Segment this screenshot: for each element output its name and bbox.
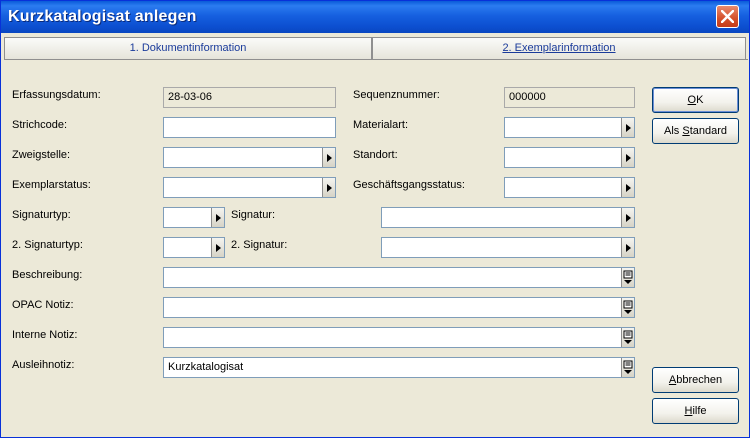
strichcode-input[interactable]: [163, 117, 336, 138]
label-signaturtyp-2: 2. Signaturtyp:: [12, 239, 83, 251]
list-picker-icon: [623, 270, 633, 284]
tab-label: 1. Dokumentinformation: [129, 42, 247, 54]
hilfe-button[interactable]: Hilfe: [652, 398, 739, 424]
play-arrow-icon: [327, 184, 332, 192]
list-picker-icon: [623, 330, 633, 344]
tab-dokumentinformation[interactable]: 1. Dokumentinformation: [4, 37, 372, 59]
play-arrow-icon: [626, 244, 631, 252]
label-beschreibung: Beschreibung:: [12, 269, 83, 281]
play-arrow-icon: [626, 154, 631, 162]
standard-button-text: Als: [664, 125, 683, 137]
label-sequenznummer: Sequenznummer:: [353, 89, 440, 101]
label-standort: Standort:: [353, 149, 398, 161]
list-picker-icon: [623, 360, 633, 374]
standard-button-accesskey: S: [682, 125, 690, 137]
tab-strip: 1. Dokumentinformation 2. Exemplarinform…: [4, 37, 748, 60]
close-button[interactable]: [716, 5, 739, 28]
erfassungsdatum-field: 28-03-06: [163, 87, 336, 108]
materialart-select[interactable]: [504, 117, 635, 138]
label-zweigstelle: Zweigstelle:: [12, 149, 71, 161]
ok-button-accesskey: O: [687, 94, 697, 106]
title-bar: Kurzkatalogisat anlegen: [1, 1, 749, 33]
signaturtyp-select[interactable]: [163, 207, 225, 228]
close-x-icon: [721, 10, 734, 23]
interne-notiz-list-button[interactable]: [621, 328, 634, 347]
beschreibung-input[interactable]: [163, 267, 635, 288]
label-erfassungsdatum: Erfassungsdatum:: [12, 89, 101, 101]
signatur-dropdown-button[interactable]: [621, 208, 634, 227]
play-arrow-icon: [216, 244, 221, 252]
ausleihnotiz-list-button[interactable]: [621, 358, 634, 377]
hilfe-button-text-rest: ilfe: [692, 405, 707, 417]
label-signatur: Signatur:: [231, 209, 276, 221]
standort-select[interactable]: [504, 147, 635, 168]
label-geschaeftsgangsstatus: Geschäftsgangsstatus:: [353, 179, 465, 191]
exemplarstatus-select[interactable]: [163, 177, 336, 198]
window-title: Kurzkatalogisat anlegen: [8, 8, 197, 25]
signaturtyp-2-dropdown-button[interactable]: [211, 238, 224, 257]
play-arrow-icon: [626, 214, 631, 222]
play-arrow-icon: [216, 214, 221, 222]
signaturtyp-2-select[interactable]: [163, 237, 225, 258]
interne-notiz-input[interactable]: [163, 327, 635, 348]
label-ausleihnotiz: Ausleihnotiz:: [12, 359, 75, 371]
standort-dropdown-button[interactable]: [621, 148, 634, 167]
label-opac-notiz: OPAC Notiz:: [12, 299, 74, 311]
tab-label: 2. Exemplarinformation: [502, 42, 616, 54]
list-picker-icon: [623, 300, 633, 314]
materialart-dropdown-button[interactable]: [621, 118, 634, 137]
erfassungsdatum-value: 28-03-06: [168, 91, 213, 103]
signaturtyp-dropdown-button[interactable]: [211, 208, 224, 227]
opac-notiz-list-button[interactable]: [621, 298, 634, 317]
als-standard-button[interactable]: Als Standard: [652, 118, 739, 144]
label-materialart: Materialart:: [353, 119, 409, 131]
play-arrow-icon: [327, 154, 332, 162]
ok-button[interactable]: OK: [652, 87, 739, 113]
label-exemplarstatus: Exemplarstatus:: [12, 179, 91, 191]
signatur-2-select[interactable]: [381, 237, 635, 258]
label-interne-notiz: Interne Notiz:: [12, 329, 78, 341]
geschaeftsgangsstatus-dropdown-button[interactable]: [621, 178, 634, 197]
geschaeftsgangsstatus-select[interactable]: [504, 177, 635, 198]
exemplarstatus-dropdown-button[interactable]: [322, 178, 335, 197]
dialog-window: Kurzkatalogisat anlegen 1. Dokumentinfor…: [0, 0, 750, 438]
play-arrow-icon: [626, 124, 631, 132]
signatur-2-dropdown-button[interactable]: [621, 238, 634, 257]
opac-notiz-input[interactable]: [163, 297, 635, 318]
abbrechen-button-text-rest: bbrechen: [676, 374, 723, 386]
signatur-select[interactable]: [381, 207, 635, 228]
play-arrow-icon: [626, 184, 631, 192]
sequenznummer-field: 000000: [504, 87, 635, 108]
beschreibung-list-button[interactable]: [621, 268, 634, 287]
sequenznummer-value: 000000: [509, 91, 546, 103]
abbrechen-button[interactable]: Abbrechen: [652, 367, 739, 393]
ausleihnotiz-input[interactable]: Kurzkatalogisat: [163, 357, 635, 378]
label-signaturtyp: Signaturtyp:: [12, 209, 71, 221]
ausleihnotiz-value: Kurzkatalogisat: [168, 361, 244, 373]
zweigstelle-dropdown-button[interactable]: [322, 148, 335, 167]
zweigstelle-select[interactable]: [163, 147, 336, 168]
label-signatur-2: 2. Signatur:: [231, 239, 288, 251]
standard-button-text-rest: tandard: [689, 125, 727, 137]
tab-divider: [4, 59, 748, 60]
tab-exemplarinformation[interactable]: 2. Exemplarinformation: [372, 37, 746, 59]
label-strichcode: Strichcode:: [12, 119, 68, 131]
ok-button-text-rest: K: [696, 94, 704, 106]
